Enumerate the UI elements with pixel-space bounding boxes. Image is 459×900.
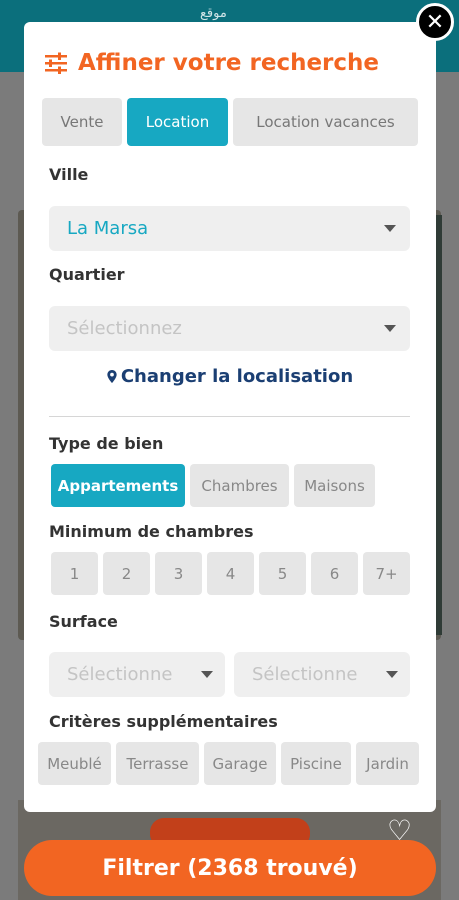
surface-max-select[interactable]: Sélectionne: [234, 652, 410, 697]
caret-down-icon: [386, 671, 398, 678]
type-option-maisons[interactable]: Maisons: [294, 464, 375, 507]
surface-max-placeholder: Sélectionne: [252, 664, 358, 685]
min-chambres-label: Minimum de chambres: [49, 522, 254, 541]
close-button[interactable]: ✕: [416, 3, 454, 41]
change-location-label: Changer la localisation: [120, 366, 354, 387]
chambres-option-7-plus[interactable]: 7+: [363, 552, 410, 595]
chambres-option-5[interactable]: 5: [259, 552, 306, 595]
criteres-options: Meublé Terrasse Garage Piscine Jardin: [38, 742, 419, 785]
quartier-placeholder: Sélectionnez: [67, 318, 182, 339]
surface-min-select[interactable]: Sélectionne: [49, 652, 225, 697]
map-pin-icon: [107, 370, 117, 383]
surface-label: Surface: [49, 612, 118, 631]
min-chambres-options: 1 2 3 4 5 6 7+: [51, 552, 410, 595]
quartier-select[interactable]: Sélectionnez: [49, 306, 410, 351]
caret-down-icon: [384, 325, 396, 332]
chambres-option-2[interactable]: 2: [103, 552, 150, 595]
chambres-option-6[interactable]: 6: [311, 552, 358, 595]
critere-garage[interactable]: Garage: [204, 742, 276, 785]
ville-label: Ville: [49, 165, 89, 184]
quartier-label: Quartier: [49, 265, 125, 284]
divider: [49, 416, 410, 417]
tab-location[interactable]: Location: [127, 98, 228, 146]
ville-value: La Marsa: [67, 218, 149, 239]
critere-meuble[interactable]: Meublé: [38, 742, 111, 785]
critere-terrasse[interactable]: Terrasse: [116, 742, 199, 785]
modal-title: Affiner votre recherche: [44, 46, 379, 80]
critere-piscine[interactable]: Piscine: [281, 742, 351, 785]
sliders-icon: [44, 52, 68, 74]
caret-down-icon: [201, 671, 213, 678]
change-location-link[interactable]: Changer la localisation: [24, 366, 436, 387]
type-option-chambres[interactable]: Chambres: [190, 464, 289, 507]
close-icon: ✕: [425, 9, 445, 35]
type-de-bien-label: Type de bien: [49, 434, 164, 453]
tab-location-vacances[interactable]: Location vacances: [233, 98, 418, 146]
type-de-bien-options: Appartements Chambres Maisons: [51, 464, 375, 507]
critere-jardin[interactable]: Jardin: [356, 742, 419, 785]
chambres-option-3[interactable]: 3: [155, 552, 202, 595]
surface-min-placeholder: Sélectionne: [67, 664, 173, 685]
ville-select[interactable]: La Marsa: [49, 206, 410, 251]
transaction-tabs: Vente Location Location vacances: [42, 98, 418, 146]
tab-vente[interactable]: Vente: [42, 98, 122, 146]
background-card-edge: [436, 215, 442, 635]
chambres-option-1[interactable]: 1: [51, 552, 98, 595]
modal-title-text: Affiner votre recherche: [78, 50, 380, 76]
criteres-label: Critères supplémentaires: [49, 712, 278, 731]
chambres-option-4[interactable]: 4: [207, 552, 254, 595]
background-logo: موقع: [200, 6, 227, 21]
filter-modal: Affiner votre recherche Vente Location L…: [24, 22, 436, 812]
filter-button[interactable]: Filtrer (2368 trouvé): [24, 840, 436, 896]
caret-down-icon: [384, 225, 396, 232]
type-option-appartements[interactable]: Appartements: [51, 464, 185, 507]
